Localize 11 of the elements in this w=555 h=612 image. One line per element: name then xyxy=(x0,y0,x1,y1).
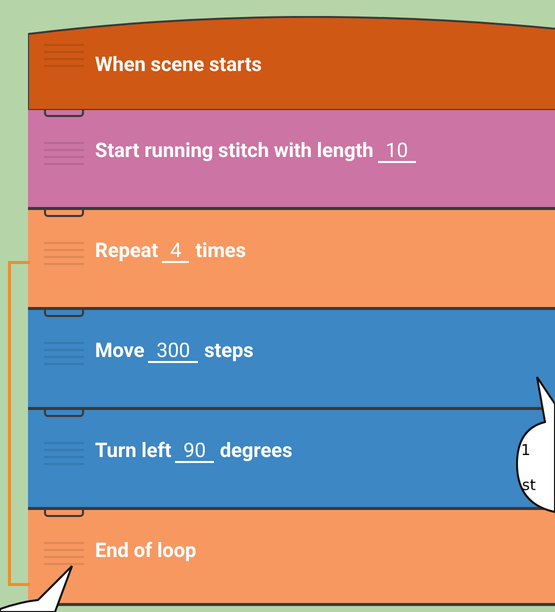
block-label: steps xyxy=(204,337,254,364)
block-label: times xyxy=(195,237,246,264)
block-label: When scene starts xyxy=(95,51,262,78)
block-label: End of loop xyxy=(95,537,196,564)
block-label: degrees xyxy=(220,437,292,464)
block-label: Start running stitch with length xyxy=(95,137,374,164)
bubble-text: 1 xyxy=(521,442,531,459)
bubble-text: st xyxy=(522,477,536,494)
block-label: Turn left xyxy=(95,437,172,464)
block-label: Move xyxy=(95,337,144,364)
block-label: Repeat xyxy=(95,237,158,264)
